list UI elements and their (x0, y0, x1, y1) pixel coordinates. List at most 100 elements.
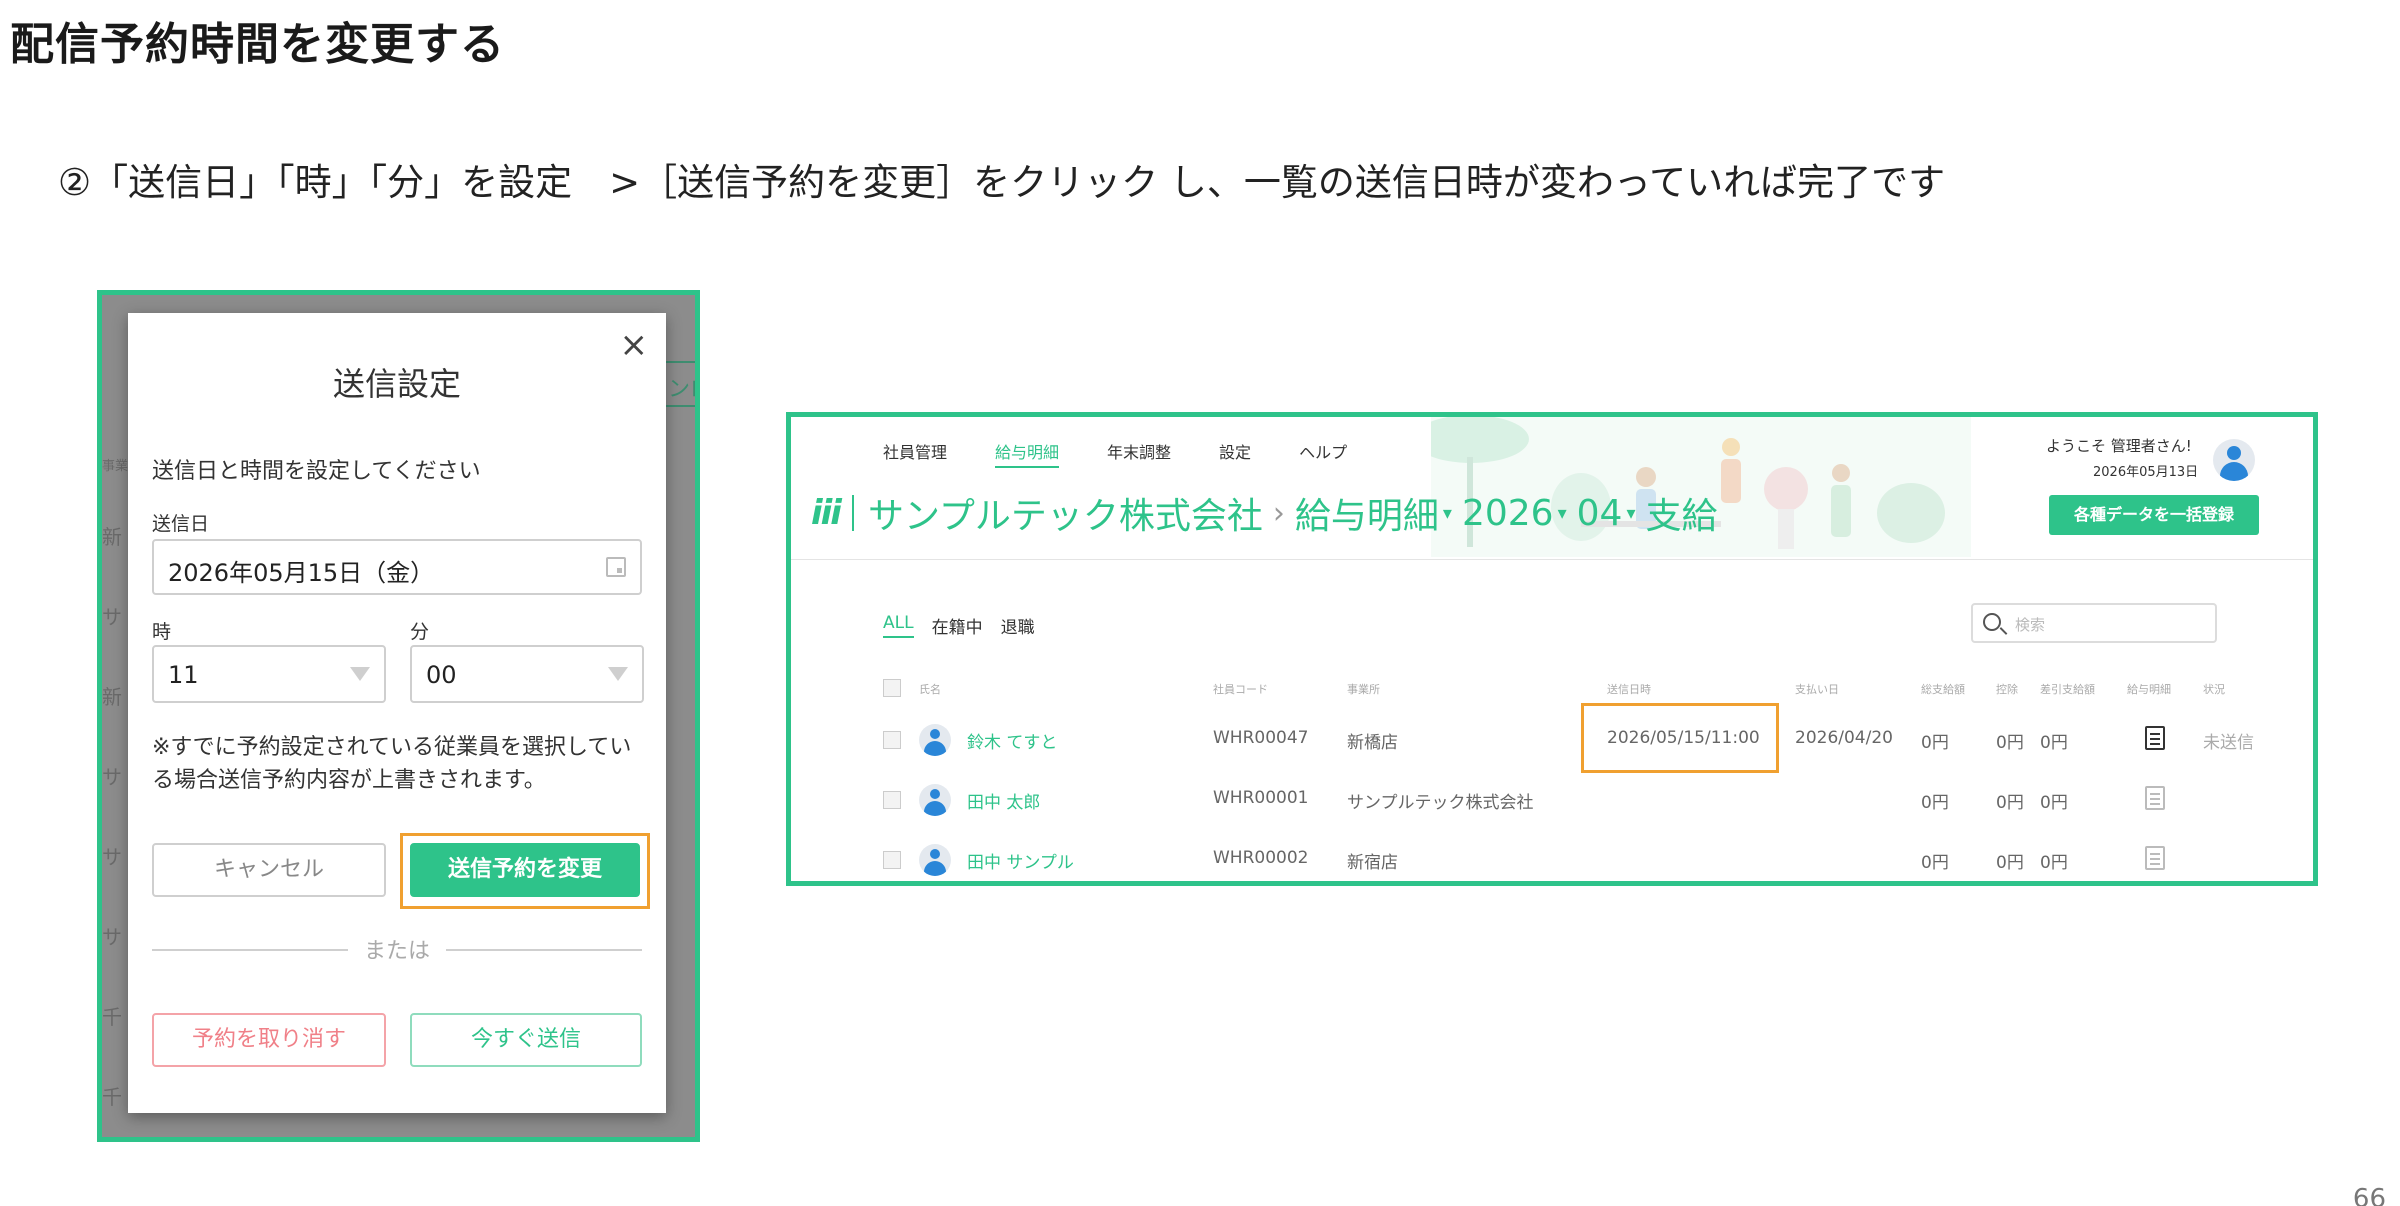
page-number: 66 (2352, 1184, 2386, 1206)
company-name[interactable]: サンプルテック株式会社 (868, 487, 1263, 539)
minute-select[interactable]: 00 (410, 645, 644, 703)
office: 新宿店 (1347, 853, 1398, 873)
avatar (919, 844, 951, 876)
office: 新橋店 (1347, 733, 1398, 753)
send-date-input[interactable]: 2026年05月15日（金） (152, 539, 642, 595)
minute-value: 00 (426, 661, 457, 689)
hour-select[interactable]: 11 (152, 645, 386, 703)
background-download-button: ンロ (662, 361, 695, 407)
background-text: サ (102, 845, 122, 869)
search-placeholder: 検索 (2015, 616, 2046, 634)
welcome-text: ようこそ 管理者さん! (2046, 437, 2192, 455)
background-text: 新 (102, 525, 122, 549)
column-header: 氏名 (919, 683, 941, 696)
background-text: 千 (102, 1005, 122, 1029)
row-checkbox[interactable] (883, 851, 901, 869)
gross-pay: 0円 (1921, 733, 1949, 753)
column-header: 総支給額 (1921, 683, 1965, 696)
select-all-checkbox[interactable] (883, 679, 901, 697)
highlight-box (1581, 703, 1779, 773)
avatar (919, 724, 951, 756)
payslip-document-icon[interactable] (2145, 786, 2165, 810)
payslip-document-icon[interactable] (2145, 726, 2165, 750)
current-date: 2026年05月13日 (2093, 465, 2199, 480)
column-header: 状況 (2203, 683, 2225, 696)
net-pay: 0円 (2040, 793, 2068, 813)
column-header: 給与明細 (2127, 683, 2171, 696)
main-nav: 社員管理 給与明細 年末調整 設定 ヘルプ (883, 439, 1347, 468)
gross-pay: 0円 (1921, 793, 1949, 813)
employee-name[interactable]: 鈴木 てすと (967, 728, 1057, 753)
office: サンプルテック株式会社 (1347, 793, 1534, 813)
nav-item-employees[interactable]: 社員管理 (883, 439, 947, 468)
column-header: 送信日時 (1607, 683, 1651, 696)
send-date-label: 送信日 (152, 513, 210, 535)
chevron-down-icon (608, 667, 628, 681)
search-icon (1983, 613, 2001, 631)
net-pay: 0円 (2040, 853, 2068, 873)
background-text: サ (102, 925, 122, 949)
send-date-value: 2026年05月15日（金） (168, 559, 435, 587)
logo-icon: iii (811, 493, 842, 533)
chevron-right-icon: › (1272, 495, 1285, 531)
tab-all[interactable]: ALL (883, 613, 914, 638)
tab-active[interactable]: 在籍中 (932, 613, 983, 638)
column-header: 控除 (1996, 683, 2018, 696)
nav-item-settings[interactable]: 設定 (1219, 439, 1251, 468)
background-text: サ (102, 605, 122, 629)
dialog-description: 送信日と時間を設定してください (152, 459, 481, 484)
divider (851, 495, 854, 531)
column-header: 社員コード (1213, 683, 1268, 696)
background-text: 新 (102, 685, 122, 709)
send-now-button[interactable]: 今すぐ送信 (410, 1013, 642, 1067)
hour-label: 時 (152, 621, 172, 643)
search-input[interactable]: 検索 (1971, 603, 2217, 643)
net-pay: 0円 (2040, 733, 2068, 753)
payslip-document-icon[interactable] (2145, 846, 2165, 870)
row-checkbox[interactable] (883, 731, 901, 749)
pay-date: 2026/04/20 (1795, 728, 1893, 748)
user-avatar[interactable] (2213, 439, 2255, 481)
chevron-down-icon[interactable]: ▾ (1626, 503, 1635, 524)
cancel-reservation-button[interactable]: 予約を取り消す (152, 1013, 386, 1067)
employee-code: WHR00002 (1213, 848, 1309, 868)
tab-retired[interactable]: 退職 (1001, 613, 1035, 638)
section-name[interactable]: 給与明細 (1295, 487, 1439, 539)
background-text: サ (102, 765, 122, 789)
breadcrumb: iii サンプルテック株式会社 › 給与明細 ▾ 2026 ▾ 04 ▾ 支給 (811, 487, 1718, 539)
dialog-title: 送信設定 (332, 365, 461, 403)
send-settings-dialog: × 送信設定 送信日と時間を設定してください 送信日 2026年05月15日（金… (128, 313, 666, 1113)
pay-type[interactable]: 支給 (1645, 487, 1717, 539)
column-header: 事業所 (1347, 683, 1380, 696)
chevron-down-icon[interactable]: ▾ (1443, 503, 1452, 524)
nav-item-payslips[interactable]: 給与明細 (995, 439, 1060, 468)
calendar-icon[interactable] (606, 557, 626, 577)
bulk-register-button[interactable]: 各種データを一括登録 (2049, 495, 2259, 535)
slide-title: 配信予約時間を変更する (10, 19, 505, 70)
filter-tabs: ALL 在籍中 退職 (883, 613, 1035, 638)
employee-code: WHR00047 (1213, 728, 1309, 748)
divider (791, 559, 2313, 560)
nav-item-year-end[interactable]: 年末調整 (1107, 439, 1171, 468)
month-select[interactable]: 04 (1577, 493, 1623, 534)
employee-name[interactable]: 田中 サンプル (967, 848, 1074, 873)
row-checkbox[interactable] (883, 791, 901, 809)
employee-name[interactable]: 田中 太郎 (967, 788, 1040, 813)
column-header: 差引支給額 (2040, 683, 2095, 696)
deduction: 0円 (1996, 853, 2024, 873)
or-label: または (363, 939, 430, 964)
payslip-list-screenshot: 社員管理 給与明細 年末調整 設定 ヘルプ ようこそ 管理者さん! 2026年0… (786, 412, 2318, 886)
nav-item-help[interactable]: ヘルプ (1299, 439, 1347, 468)
gross-pay: 0円 (1921, 853, 1949, 873)
status-text: 未送信 (2203, 733, 2254, 753)
hour-value: 11 (168, 661, 199, 689)
cancel-button[interactable]: キャンセル (152, 843, 386, 897)
background-text: 事業 (102, 459, 129, 474)
deduction: 0円 (1996, 793, 2024, 813)
chevron-down-icon[interactable]: ▾ (1558, 503, 1567, 524)
highlight-box (400, 833, 650, 909)
year-select[interactable]: 2026 (1462, 493, 1554, 534)
column-header: 支払い日 (1795, 683, 1839, 696)
minute-label: 分 (410, 621, 430, 643)
instruction-text: ②「送信日」「時」「分」を設定 >［送信予約を変更］をクリック し、一覧の送信日… (58, 161, 1946, 204)
